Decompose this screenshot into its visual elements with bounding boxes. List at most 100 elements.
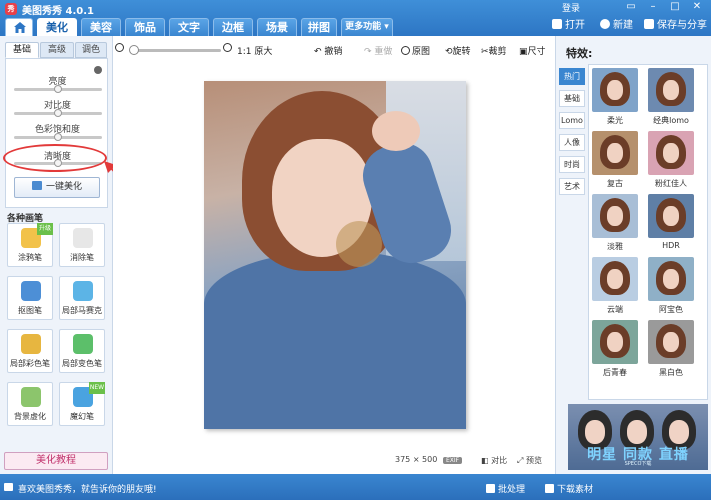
tab-scene[interactable]: 场景 xyxy=(257,18,297,36)
tab-home[interactable] xyxy=(5,18,33,36)
effect-category-tab[interactable]: Lomo xyxy=(559,112,585,129)
image-toolbar: 1:1 原大 ↶ 撤销 ↷ 重做 原图 ⟲旋转 ✂裁剪 ▣尺寸 xyxy=(113,40,555,62)
effects-panel: 特效: 热门 基础 Lomo 人像 时尚 艺术 柔光 经典lomo 复古 粉红佳人 淡雅 HDR 云端… xyxy=(555,36,711,474)
effect-category-tab[interactable]: 人像 xyxy=(559,134,585,151)
image-dimensions: 375 × 500 xyxy=(395,455,438,464)
effect-item[interactable]: 淡雅 xyxy=(592,194,638,252)
subtab-advanced[interactable]: 高级 xyxy=(40,42,74,58)
effect-label: 柔光 xyxy=(607,116,623,125)
zoom-out-icon[interactable] xyxy=(115,43,126,54)
login-link[interactable]: 登录 xyxy=(562,1,580,14)
status-message[interactable]: 喜欢美图秀秀，就告诉你的朋友哦! xyxy=(18,482,157,495)
one-click-beautify-button[interactable]: 一键美化 xyxy=(14,177,100,198)
undo-button[interactable]: ↶ 撤销 xyxy=(314,44,342,57)
new-button[interactable]: 新建 xyxy=(600,19,633,33)
doodle-brush-button[interactable]: 涂鸦笔 升级 xyxy=(7,223,53,267)
crop-button[interactable]: ✂裁剪 xyxy=(481,44,507,57)
tab-frame[interactable]: 边框 xyxy=(213,18,253,36)
tab-more[interactable]: 更多功能 ▾ xyxy=(341,18,393,36)
crop-label: 裁剪 xyxy=(488,47,507,57)
bg-blur-brush-button[interactable]: 背景虚化 xyxy=(7,382,53,426)
color-change-brush-button[interactable]: 局部变色笔 xyxy=(59,329,105,373)
effect-thumbnail xyxy=(592,320,638,364)
cutout-brush-button[interactable]: 抠图笔 xyxy=(7,276,53,320)
promo-banner[interactable]: 明星 同款 直播 SPECO下载 xyxy=(568,404,708,470)
effect-label: HDR xyxy=(662,241,680,250)
open-button[interactable]: 打开 xyxy=(552,19,585,33)
compare-button[interactable]: ◧ 对比 xyxy=(481,455,507,466)
effect-thumbnail xyxy=(592,131,638,175)
reset-icon[interactable] xyxy=(94,66,102,74)
effect-item[interactable]: 复古 xyxy=(592,131,638,189)
download-assets-button[interactable]: 下载素材 xyxy=(545,482,593,495)
eraser-brush-button[interactable]: 消除笔 xyxy=(59,223,105,267)
tab-collage[interactable]: 拼图 xyxy=(301,18,337,36)
resize-button[interactable]: ▣尺寸 xyxy=(519,44,546,57)
rotate-button[interactable]: ⟲旋转 xyxy=(445,44,471,57)
brush-label: 背景虚化 xyxy=(14,412,46,421)
preview-button[interactable]: ⤢ 预览 xyxy=(517,455,542,466)
effect-item[interactable]: 云端 xyxy=(592,257,638,315)
exif-button[interactable]: EXIF xyxy=(443,455,463,464)
tab-text[interactable]: 文字 xyxy=(169,18,209,36)
contrast-slider[interactable] xyxy=(14,109,102,117)
tab-beauty[interactable]: 美容 xyxy=(81,18,121,36)
effect-item[interactable]: 粉红佳人 xyxy=(648,131,694,189)
tutorial-label: 美化教程 xyxy=(36,455,76,466)
effect-item[interactable]: 柔光 xyxy=(592,68,638,126)
tab-beautify[interactable]: 美化 xyxy=(37,18,77,36)
batch-button[interactable]: 批处理 xyxy=(486,482,525,495)
subtab-basic[interactable]: 基础 xyxy=(5,42,39,58)
effect-item[interactable]: 经典lomo xyxy=(648,68,694,126)
slider-thumb[interactable] xyxy=(54,133,62,141)
badge-ribbon: 升级 xyxy=(37,223,53,235)
magic-brush-button[interactable]: 魔幻笔 NEW xyxy=(59,382,105,426)
brush-label: 局部彩色笔 xyxy=(10,359,50,368)
left-panel: 基础 高级 调色 亮度 对比度 色彩饱和度 清晰度 一键美化 各种画笔 涂鸦笔升… xyxy=(0,36,186,474)
zoom-in-icon[interactable] xyxy=(223,43,234,54)
effect-item[interactable]: 阿宝色 xyxy=(648,257,694,315)
slider-thumb[interactable] xyxy=(54,85,62,93)
resize-icon: ▣ xyxy=(519,47,528,57)
effect-category-tab[interactable]: 基础 xyxy=(559,90,585,107)
minimize-icon[interactable]: – xyxy=(646,1,660,13)
close-icon[interactable]: ✕ xyxy=(690,1,704,13)
effect-label: 经典lomo xyxy=(653,116,689,125)
tutorial-button[interactable]: 美化教程 xyxy=(4,452,108,470)
effect-item[interactable]: 后青春 xyxy=(592,320,638,378)
mosaic-brush-button[interactable]: 局部马赛克 xyxy=(59,276,105,320)
promo-face xyxy=(585,420,605,444)
redo-label: 重做 xyxy=(374,47,393,57)
folder-icon xyxy=(552,19,562,29)
subtab-color[interactable]: 调色 xyxy=(75,42,107,58)
zoom-thumb[interactable] xyxy=(129,45,139,55)
original-button[interactable]: 原图 xyxy=(401,44,430,57)
actual-size-button[interactable]: 1:1 原大 xyxy=(237,44,272,57)
effect-thumbnail xyxy=(648,68,694,112)
partial-color-brush-button[interactable]: 局部彩色笔 xyxy=(7,329,53,373)
edited-photo[interactable] xyxy=(204,81,466,429)
effect-category-tab[interactable]: 时尚 xyxy=(559,156,585,173)
compare-icon: ◧ xyxy=(481,456,492,465)
zoom-slider[interactable] xyxy=(129,45,221,55)
redo-button[interactable]: ↷ 重做 xyxy=(364,44,392,57)
save-share-button[interactable]: 保存与分享 xyxy=(644,19,707,33)
thumb-face xyxy=(607,80,623,100)
batch-label: 批处理 xyxy=(498,485,526,495)
effect-category-tab[interactable]: 热门 xyxy=(559,68,585,85)
maximize-icon[interactable]: □ xyxy=(668,1,682,13)
effect-thumbnail xyxy=(592,257,638,301)
magic-icon xyxy=(31,181,42,190)
effect-category-tab[interactable]: 艺术 xyxy=(559,178,585,195)
saturation-slider[interactable] xyxy=(14,133,102,141)
photo-jacket xyxy=(204,251,466,429)
tab-accessories[interactable]: 饰品 xyxy=(125,18,165,36)
skin-icon[interactable]: ▭ xyxy=(624,1,638,13)
brightness-slider[interactable] xyxy=(14,85,102,93)
download-label: 下载素材 xyxy=(557,485,594,495)
slider-thumb[interactable] xyxy=(54,109,62,117)
eraser-icon xyxy=(73,228,93,248)
title-bar: 秀 美图秀秀 4.0.1 登录 ▭ – □ ✕ 美化 美容 饰品 文字 边框 场… xyxy=(0,0,711,36)
effect-item[interactable]: HDR xyxy=(648,194,694,250)
effect-item[interactable]: 黑白色 xyxy=(648,320,694,378)
